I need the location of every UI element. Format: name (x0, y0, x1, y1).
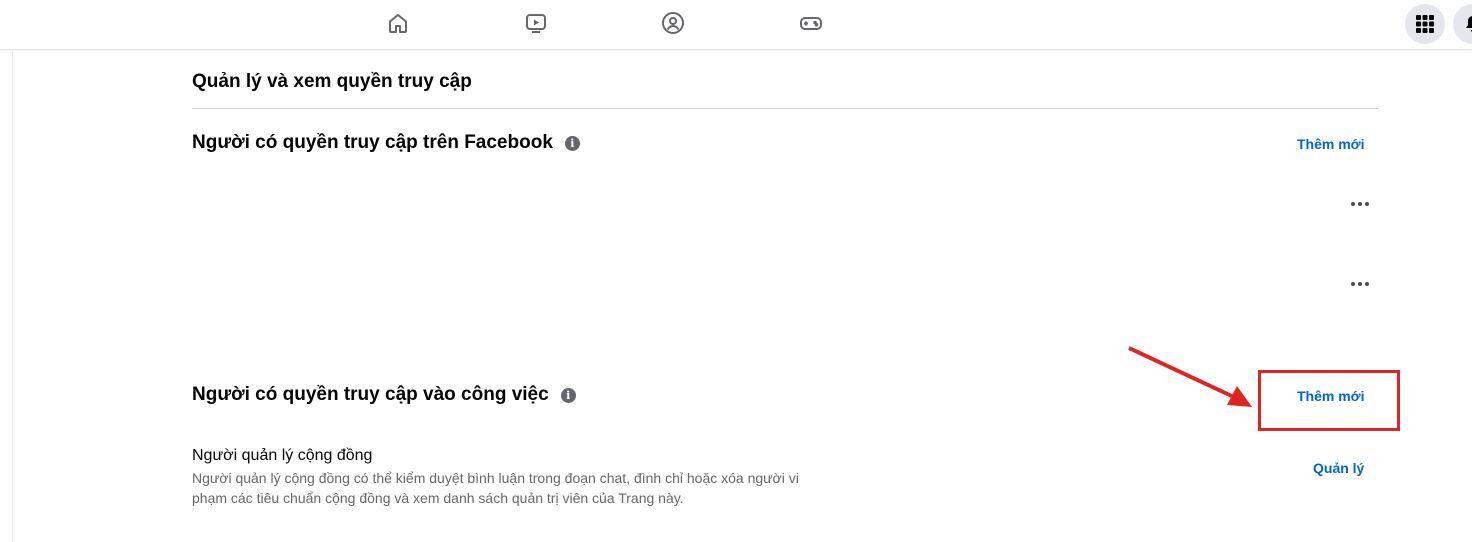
facebook-access-heading-text: Người có quyền truy cập trên Facebook (192, 132, 553, 153)
section-divider (192, 108, 1378, 109)
manage-community-manager-button[interactable]: Quản lý (1313, 460, 1364, 476)
info-icon[interactable]: i (560, 387, 576, 403)
page-title: Quản lý và xem quyền truy cập (192, 71, 472, 92)
home-icon[interactable] (384, 9, 412, 37)
task-access-heading-text: Người có quyền truy cập vào công việc (192, 384, 549, 405)
add-facebook-access-button[interactable]: Thêm mới (1297, 136, 1365, 152)
highlight-box (1258, 370, 1400, 431)
menu-grid-icon[interactable] (1405, 4, 1445, 44)
info-icon[interactable]: i (564, 135, 580, 151)
notifications-icon[interactable] (1453, 4, 1472, 44)
groups-icon[interactable] (659, 9, 687, 37)
video-icon[interactable] (522, 9, 550, 37)
more-options-icon[interactable] (1351, 199, 1369, 209)
top-navigation-bar (0, 0, 1472, 50)
task-access-heading: Người có quyền truy cập vào công việc i (192, 384, 576, 406)
community-manager-title: Người quản lý cộng đồng (192, 447, 373, 464)
facebook-access-heading: Người có quyền truy cập trên Facebook i (192, 132, 580, 154)
more-options-icon[interactable] (1351, 279, 1369, 289)
gaming-icon[interactable] (797, 9, 825, 37)
community-manager-description: Người quản lý cộng đồng có thể kiểm duyệ… (192, 470, 799, 506)
content-left-border (12, 50, 13, 542)
